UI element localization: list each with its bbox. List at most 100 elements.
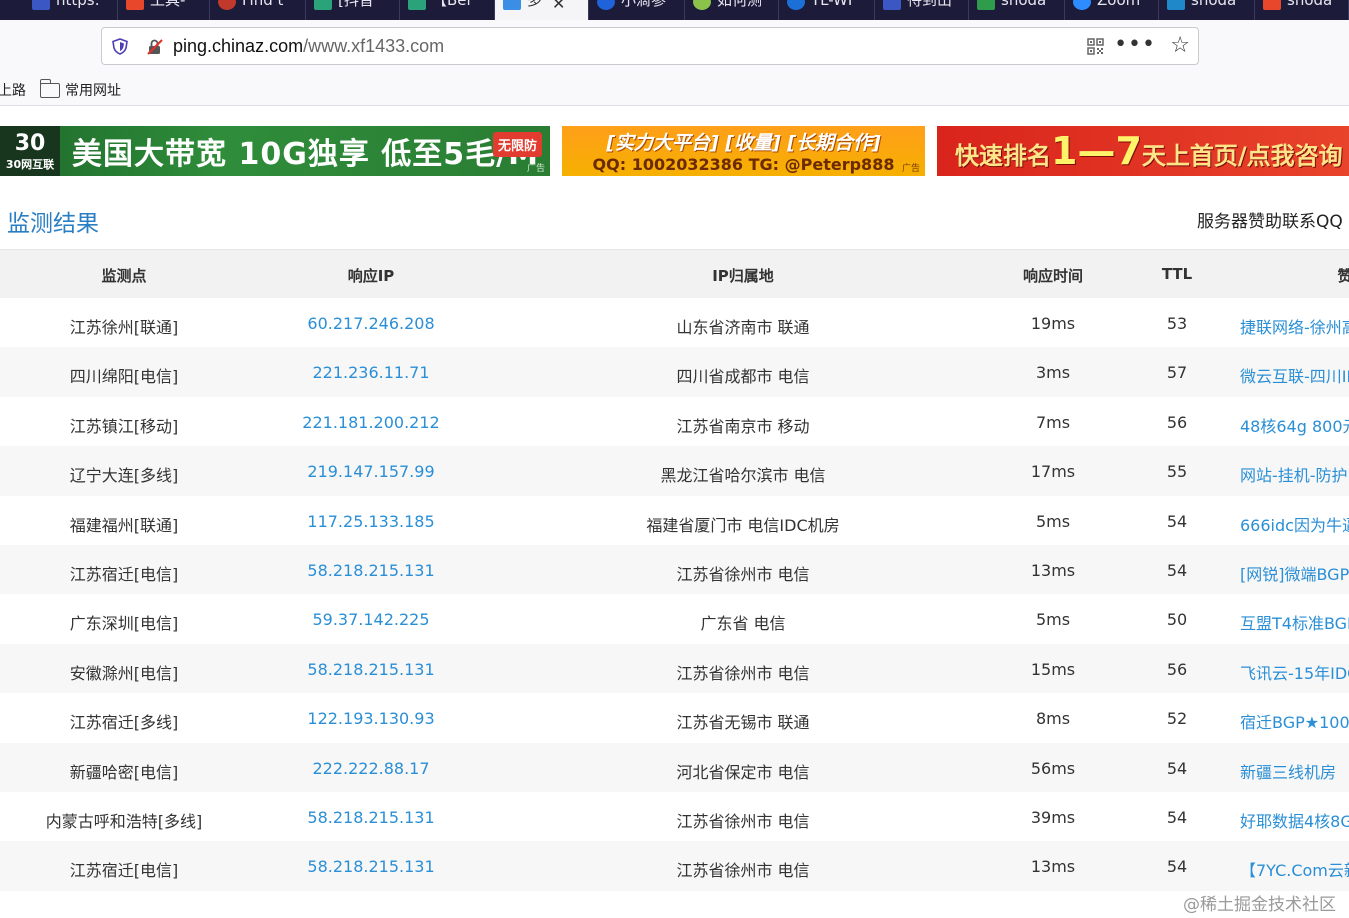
bookmark-label: 上路 xyxy=(0,83,26,99)
url-host: ping.chinaz.com xyxy=(173,36,304,56)
table-row: 辽宁大连[多线] 219.147.157.99 黑龙江省哈尔滨市 电信 17ms 55 网… xyxy=(0,446,1349,496)
cell-monitor-point: 江苏宿迁[多线] xyxy=(69,713,179,733)
cell-ip-location: 四川省成都市 电信 xyxy=(676,367,810,387)
ad-banner-3[interactable]: 快速排名1—7天上首页/点我咨询 xyxy=(937,126,1349,176)
ad-banner-2[interactable]: [实力大平台] [收量] [长期合作] QQ: 1002032386 TG: @… xyxy=(562,126,925,176)
cell-sponsor-link[interactable]: 网站-挂机-防护 xyxy=(1240,462,1348,486)
tab-label: [抖音 xyxy=(338,0,374,8)
cell-response-ip[interactable]: 219.147.157.99 xyxy=(307,462,434,481)
cell-ip-location: 江苏省徐州市 电信 xyxy=(676,812,810,831)
cell-response-time: 5ms xyxy=(1035,610,1071,630)
cell-monitor-point: 四川绵阳[电信] xyxy=(69,367,179,387)
browser-tab[interactable]: shoda xyxy=(1255,0,1349,20)
browser-tab[interactable]: https: xyxy=(24,0,118,20)
cell-sponsor-link[interactable]: 捷联网络-徐州高 xyxy=(1240,314,1349,338)
insecure-lock-icon[interactable] xyxy=(146,38,164,56)
cell-sponsor-link[interactable]: 【7YC.Com云新 BGP xyxy=(1240,857,1349,881)
cell-response-time: 7ms xyxy=(1035,412,1071,432)
ad-logo-mark: 30 xyxy=(14,130,46,156)
column-header-time: 响应时间 xyxy=(1022,267,1084,285)
site-favicon-icon xyxy=(1073,0,1091,10)
tracking-shield-icon[interactable] xyxy=(112,38,128,55)
navigation-bar: ping.chinaz.com/www.xf1433.com ••• ☆ xyxy=(0,20,1349,72)
cell-sponsor-link[interactable]: [网锐]微端BGP高 xyxy=(1240,561,1349,585)
ad-logo-name: 30网互联 xyxy=(5,157,55,171)
site-favicon-icon xyxy=(1167,0,1185,10)
cell-sponsor-link[interactable]: 48核64g 800元 xyxy=(1240,413,1349,437)
table-row: 广东深圳[电信] 59.37.142.225 广东省 电信 5ms 50 互盟T4标准BG… xyxy=(0,594,1349,643)
table-row: 江苏徐州[联通] 60.217.246.208 山东省济南市 联通 19ms 53 捷联网… xyxy=(0,298,1349,347)
cell-monitor-point: 江苏徐州[联通] xyxy=(69,318,179,337)
close-tab-icon[interactable]: ✕ xyxy=(552,0,565,13)
address-bar[interactable]: ping.chinaz.com/www.xf1433.com ••• ☆ xyxy=(101,27,1199,65)
cell-response-ip[interactable]: 58.218.215.131 xyxy=(307,857,434,876)
cell-response-ip[interactable]: 58.218.215.131 xyxy=(307,808,434,827)
table-row: 江苏宿迁[电信] 58.218.215.131 江苏省徐州市 电信 13ms 54 【7Y… xyxy=(0,841,1349,891)
cell-sponsor-link[interactable]: 好耶数据4核8G xyxy=(1240,808,1349,832)
cell-sponsor-link[interactable]: 666idc因为牛逼 xyxy=(1240,512,1349,536)
cell-response-ip[interactable]: 58.218.215.131 xyxy=(307,660,434,679)
results-table-header: 监测点 响应IP IP归属地 响应时间 TTL 赞 xyxy=(0,249,1349,298)
cell-ttl: 54 xyxy=(1166,808,1188,827)
cell-response-ip[interactable]: 221.181.200.212 xyxy=(302,413,439,432)
cell-response-ip[interactable]: 60.217.246.208 xyxy=(307,314,434,333)
cell-sponsor-link[interactable]: 飞讯云-15年IDC xyxy=(1240,660,1349,684)
cell-response-time: 3ms xyxy=(1035,363,1071,383)
ad-text-suffix: 天上首页/点我咨询 xyxy=(1141,142,1343,170)
site-favicon-icon xyxy=(408,0,426,10)
browser-tab[interactable]: Zoom xyxy=(1065,0,1159,20)
browser-tab[interactable]: shoda xyxy=(1159,0,1255,20)
cell-monitor-point: 新疆哈密[电信] xyxy=(69,762,179,782)
ad-text-big: 1—7 xyxy=(1051,129,1142,173)
browser-tab[interactable]: Find t xyxy=(210,0,306,20)
cell-response-ip[interactable]: 122.193.130.93 xyxy=(307,709,434,728)
site-favicon-icon xyxy=(314,0,332,10)
cell-response-time: 19ms xyxy=(1030,314,1076,333)
cell-response-ip[interactable]: 59.37.142.225 xyxy=(312,610,429,629)
browser-tab[interactable]: [抖音 xyxy=(306,0,400,20)
url-text[interactable]: ping.chinaz.com/www.xf1433.com xyxy=(173,36,444,57)
cell-response-ip[interactable]: 221.236.11.71 xyxy=(312,363,429,382)
bookmark-star-icon[interactable]: ☆ xyxy=(1170,33,1190,58)
ad-text: [实力大平台] [收量] [长期合作] xyxy=(606,132,881,154)
cell-sponsor-link[interactable]: 新疆三线机房 xyxy=(1240,759,1336,783)
cell-monitor-point: 辽宁大连[多线] xyxy=(69,466,179,486)
table-row: 新疆哈密[电信] 222.222.88.17 河北省保定市 电信 56ms 54 新疆三线… xyxy=(0,742,1349,792)
ad-banner-1[interactable]: 30 30网互联 美国大带宽 10G独享 低至5毛/M 无限防 广告 xyxy=(0,126,550,176)
browser-tab[interactable]: 【Bei xyxy=(400,0,495,20)
cell-response-ip[interactable]: 117.25.133.185 xyxy=(307,512,434,531)
browser-tab[interactable]: 如何测 xyxy=(685,0,779,20)
browser-tab[interactable]: shoda xyxy=(969,0,1065,20)
cell-response-time: 15ms xyxy=(1030,659,1076,679)
bookmark-folder[interactable]: 常用网址 xyxy=(39,78,121,100)
ad-note: 广告 xyxy=(526,164,545,174)
cell-sponsor-link[interactable]: 微云互联-四川IDC xyxy=(1240,363,1349,387)
cell-ttl: 55 xyxy=(1166,462,1188,482)
browser-tab[interactable]: 待到山 xyxy=(875,0,969,20)
tab-label: TL-WI xyxy=(811,0,852,8)
browser-tab-active[interactable]: 多 ✕ xyxy=(495,0,589,20)
browser-tab[interactable]: 工具- xyxy=(118,0,210,20)
cell-ip-location: 江苏省无锡市 联通 xyxy=(676,713,810,733)
tab-label: 工具- xyxy=(150,0,185,8)
site-favicon-icon xyxy=(787,0,805,10)
sponsor-contact[interactable]: 服务器赞助联系QQ xyxy=(1197,207,1343,232)
tab-label: shoda xyxy=(1191,0,1236,8)
table-row: 江苏镇江[移动] 221.181.200.212 江苏省南京市 移动 7ms 56 48核… xyxy=(0,397,1349,446)
browser-tab[interactable]: 小滴参 xyxy=(589,0,685,20)
bookmark-item[interactable]: 上路 xyxy=(0,80,26,100)
site-favicon-icon xyxy=(883,0,901,10)
browser-tab[interactable]: TL-WI xyxy=(779,0,875,20)
column-header-ip: 响应IP xyxy=(347,267,395,285)
tab-label: 如何测 xyxy=(717,0,762,8)
cell-sponsor-link[interactable]: 宿迁BGP★100G xyxy=(1240,709,1349,733)
cell-response-ip[interactable]: 58.218.215.131 xyxy=(307,561,434,580)
cell-ttl: 54 xyxy=(1166,511,1188,531)
page-actions-menu-icon[interactable]: ••• xyxy=(1114,32,1156,57)
qr-code-icon[interactable] xyxy=(1087,38,1104,55)
cell-sponsor-link[interactable]: 互盟T4标准BGP xyxy=(1240,610,1349,634)
cell-ttl: 52 xyxy=(1166,709,1188,729)
cell-ip-location: 江苏省徐州市 电信 xyxy=(676,565,810,584)
cell-ttl: 56 xyxy=(1166,659,1188,679)
cell-response-ip[interactable]: 222.222.88.17 xyxy=(312,759,429,778)
